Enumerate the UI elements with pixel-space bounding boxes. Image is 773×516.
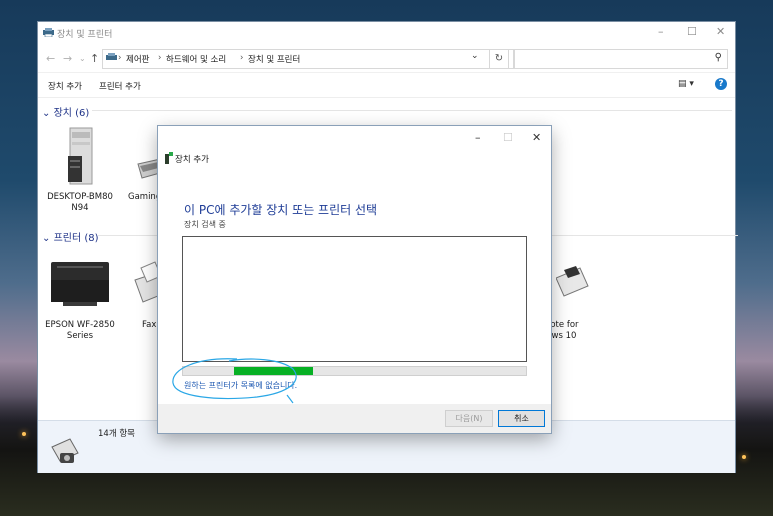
- dialog-title: 장치 추가: [175, 155, 209, 165]
- devices-group-label: 장치 (6): [53, 108, 90, 119]
- command-bar: 장치 추가 프린터 추가 ▤ ▾ ?: [38, 72, 735, 98]
- printer-item[interactable]: EPSON WF-2850 Series: [40, 256, 120, 342]
- close-button[interactable]: ✕: [716, 25, 725, 38]
- wallpaper-light: [22, 432, 26, 436]
- printers-group-header[interactable]: ⌄ 프린터 (8): [42, 229, 738, 244]
- computer-tower-icon: [68, 127, 93, 185]
- back-arrow-icon[interactable]: ←: [46, 52, 55, 65]
- cancel-button[interactable]: 취소: [498, 410, 545, 427]
- printer-icon: [555, 266, 589, 297]
- dialog-maximize-button: ☐: [503, 131, 513, 144]
- search-icon: ⚲: [714, 52, 722, 63]
- dialog-footer: 다음(N) 취소: [158, 404, 551, 433]
- forward-arrow-icon[interactable]: →: [63, 52, 72, 65]
- device-item[interactable]: DESKTOP-BM80 N94: [40, 126, 120, 214]
- breadcrumb-separator: ›: [158, 53, 162, 63]
- window-title: 장치 및 프린터: [57, 30, 113, 40]
- address-box[interactable]: › 제어판 › 하드웨어 및 소리 › 장치 및 프린터: [102, 49, 514, 69]
- address-bar-row: ← → ⌄ ↑ › 제어판 › 하드웨어 및 소리 › 장치 및 프린터 ⌄ ↻…: [38, 47, 735, 71]
- devices-printers-icon: [43, 28, 54, 40]
- up-arrow-icon[interactable]: ↑: [90, 52, 99, 65]
- wallpaper-light: [742, 455, 746, 459]
- recent-chevron-icon[interactable]: ⌄: [79, 54, 86, 63]
- search-input[interactable]: ⚲: [514, 49, 728, 69]
- next-button: 다음(N): [445, 410, 493, 427]
- printers-group-label: 프린터 (8): [53, 233, 99, 244]
- printer-item[interactable]: Note for lows 10: [544, 256, 598, 342]
- add-device-button[interactable]: 장치 추가: [48, 80, 82, 92]
- refresh-button[interactable]: ↻: [489, 49, 509, 69]
- breadcrumb-separator: ›: [240, 53, 244, 63]
- printer-icon: [51, 262, 109, 306]
- searching-status: 장치 검색 중: [184, 220, 226, 229]
- collapse-chevron-icon: ⌄: [42, 233, 51, 244]
- device-label: DESKTOP-BM80 N94: [47, 192, 113, 213]
- control-panel-icon: [106, 53, 117, 65]
- printer-label: EPSON WF-2850 Series: [45, 320, 115, 341]
- add-device-icon: [165, 152, 174, 167]
- add-printer-button[interactable]: 프린터 추가: [99, 80, 141, 92]
- group-divider: [92, 110, 732, 111]
- dialog-heading: 이 PC에 추가할 장치 또는 프린터 선택: [184, 203, 378, 217]
- title-bar[interactable]: 장치 및 프린터 – ☐ ✕: [38, 22, 735, 44]
- dialog-minimize-button[interactable]: –: [475, 131, 481, 144]
- printer-camera-icon: [51, 438, 79, 463]
- devices-group-header[interactable]: ⌄ 장치 (6): [42, 104, 732, 119]
- collapse-chevron-icon: ⌄: [42, 108, 51, 119]
- breadcrumb-item[interactable]: 제어판: [126, 53, 149, 65]
- device-list[interactable]: [182, 236, 527, 362]
- breadcrumb-item[interactable]: 장치 및 프린터: [248, 53, 300, 65]
- view-options-icon[interactable]: ▤ ▾: [678, 79, 694, 89]
- item-count: 14개 항목: [98, 429, 135, 439]
- breadcrumb-item[interactable]: 하드웨어 및 소리: [166, 53, 226, 65]
- dialog-close-button[interactable]: ✕: [532, 131, 541, 144]
- help-icon[interactable]: ?: [715, 78, 727, 90]
- address-dropdown-icon[interactable]: ⌄: [471, 51, 479, 61]
- breadcrumb-separator: ›: [118, 53, 122, 63]
- maximize-button[interactable]: ☐: [687, 25, 697, 38]
- hand-drawn-annotation-ellipse: [172, 358, 297, 404]
- minimize-button[interactable]: –: [658, 25, 664, 38]
